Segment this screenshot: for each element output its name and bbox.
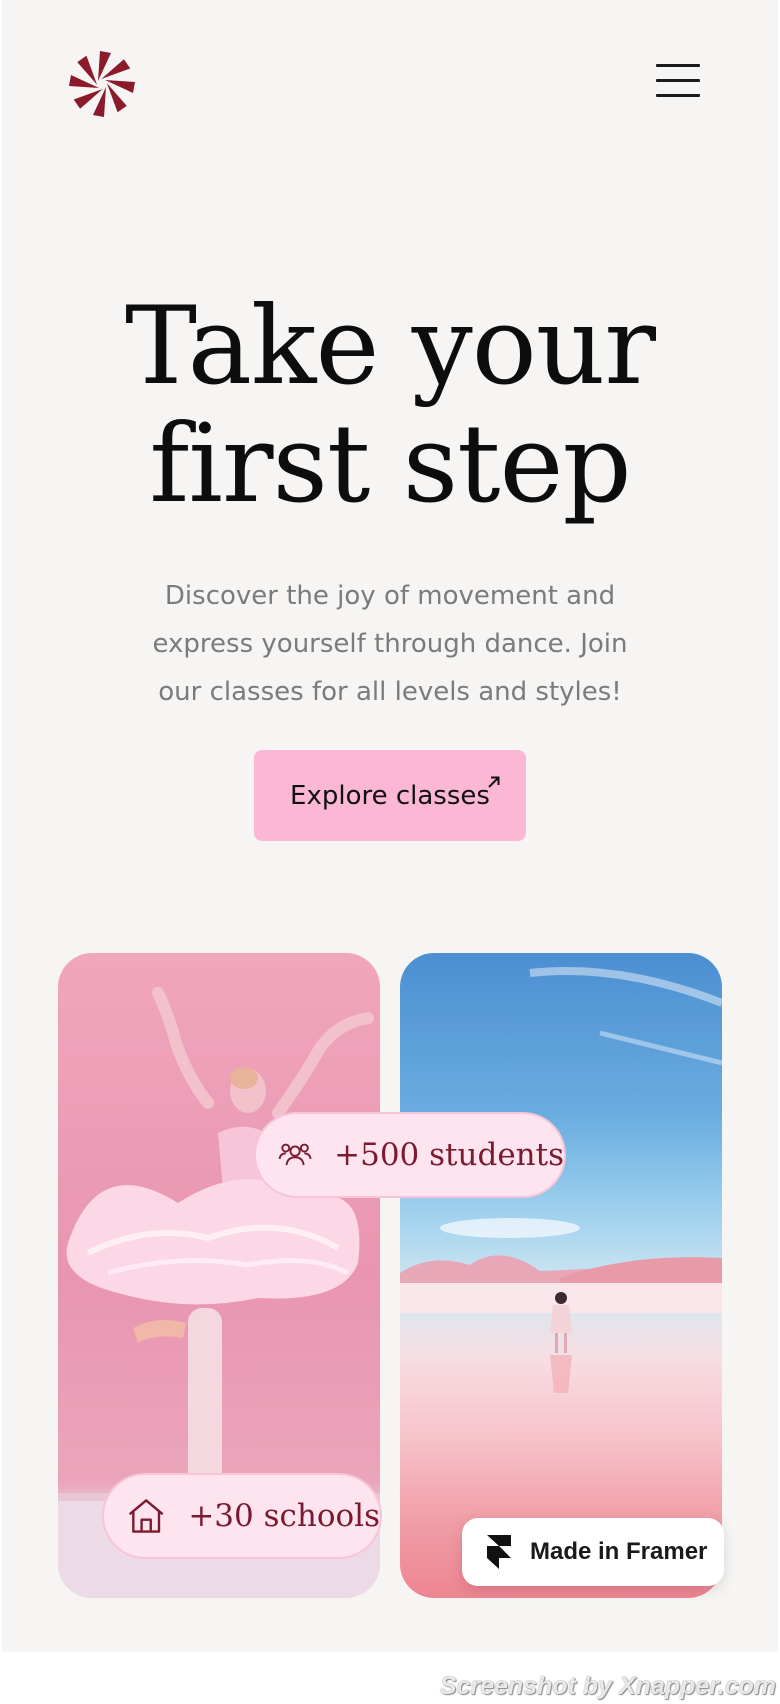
hero-subtitle: Discover the joy of movement and express… — [142, 572, 638, 716]
explore-classes-label: Explore classes — [290, 780, 490, 811]
page-background: Take your first step Discover the joy of… — [2, 0, 778, 1652]
students-badge-text: +500 students — [334, 1137, 564, 1173]
hero-subtitle-line: express yourself through dance. Join — [152, 629, 628, 659]
schools-badge-text: +30 schools — [188, 1498, 380, 1534]
schools-badge: +30 schools — [102, 1473, 382, 1559]
hero-subtitle-line: Discover the joy of movement and — [164, 581, 616, 611]
made-in-framer-badge[interactable]: Made in Framer — [462, 1518, 724, 1586]
framer-logo-icon — [487, 1535, 511, 1569]
arrow-up-right-icon — [488, 776, 500, 788]
students-badge: +500 students — [254, 1112, 566, 1198]
hero-subtitle-line: our classes for all levels and styles! — [158, 677, 622, 707]
people-group-icon — [278, 1143, 312, 1166]
house-icon — [128, 1499, 164, 1533]
made-in-framer-label: Made in Framer — [530, 1538, 708, 1565]
menu-line — [656, 64, 700, 67]
hamburger-menu-icon[interactable] — [654, 60, 702, 100]
hero-title: Take your first step — [2, 288, 778, 524]
menu-line — [656, 94, 700, 97]
salt-flat-image — [400, 953, 722, 1598]
hero-title-line: first step — [149, 402, 631, 527]
explore-classes-button[interactable]: Explore classes — [254, 750, 526, 841]
hero-title-line: Take your — [125, 284, 656, 409]
salt-flat-illustration — [400, 967, 722, 1393]
menu-line — [656, 79, 700, 82]
screenshot-watermark: Screenshot by Xnapper.com — [439, 1672, 776, 1700]
pinwheel-logo-icon[interactable] — [68, 50, 136, 118]
